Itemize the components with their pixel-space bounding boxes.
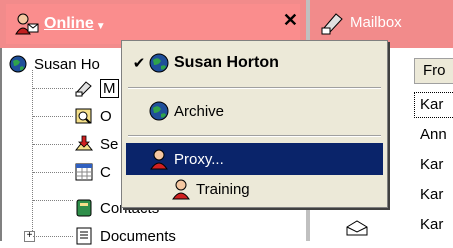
message-row-from[interactable]: Kar: [420, 216, 443, 233]
menu-item-archive[interactable]: Archive: [126, 95, 383, 127]
sent-items-icon: [74, 135, 94, 151]
column-header-from[interactable]: Fro: [414, 58, 453, 84]
mailbox-icon: [75, 81, 92, 97]
open-envelope-icon: [346, 220, 368, 236]
tree-branch: [33, 144, 73, 145]
close-icon[interactable]: ✕: [283, 10, 298, 31]
tree-item-mailbox[interactable]: M: [74, 76, 119, 100]
menu-item-label: Archive: [174, 102, 225, 120]
contacts-icon: [76, 199, 92, 217]
globe-icon: [149, 101, 169, 121]
globe-icon: [9, 55, 27, 73]
message-row-from[interactable]: Kar: [420, 186, 443, 203]
tree-branch: [33, 172, 73, 173]
tree-item-sent[interactable]: Se: [74, 132, 118, 156]
tree-branch: [33, 116, 73, 117]
tree-line: [32, 70, 33, 241]
online-dropdown-menu: ✔ Susan Horton Archive Proxy... Training: [121, 40, 388, 208]
mailbox-label: Mailbox: [350, 14, 402, 31]
chevron-down-icon[interactable]: ▼: [96, 21, 106, 32]
calendar-icon: [75, 163, 93, 181]
tree-item-label: Se: [100, 135, 119, 153]
message-row-from[interactable]: Ann: [420, 126, 447, 143]
tree-branch: [33, 200, 73, 201]
online-label[interactable]: Online: [44, 15, 94, 33]
menu-item-label: Training: [196, 180, 250, 198]
menu-separator: [128, 135, 381, 137]
mailbox-icon: [321, 13, 343, 35]
menu-item-label: Proxy...: [174, 150, 224, 168]
message-row-from[interactable]: Kar: [420, 156, 443, 173]
tree-item-label: O: [100, 107, 112, 125]
tree-item-label: Documents: [100, 227, 176, 245]
tree-root[interactable]: Susan Ho: [8, 52, 100, 76]
tree-item-documents[interactable]: Documents: [74, 224, 176, 248]
user-icon: [150, 149, 168, 170]
menu-item-training[interactable]: Training: [126, 173, 383, 205]
menu-separator: [128, 87, 381, 89]
message-row-from[interactable]: Kar: [420, 96, 443, 113]
documents-icon: [76, 227, 92, 245]
user-icon: [172, 179, 190, 200]
menu-item-proxy[interactable]: Proxy...: [126, 143, 383, 175]
tree-branch: [33, 88, 73, 89]
tree-branch: [33, 236, 73, 237]
search-folder-icon: [75, 108, 92, 124]
globe-icon: [149, 53, 169, 73]
check-icon: ✔: [132, 55, 146, 72]
tree-item-calendar[interactable]: C: [74, 160, 111, 184]
user-online-icon: [15, 13, 39, 35]
menu-item-susan-horton[interactable]: ✔ Susan Horton: [126, 47, 383, 79]
menu-item-label: Susan Horton: [174, 54, 279, 71]
tree-item-label: M: [100, 78, 119, 98]
tree-item-outbox[interactable]: O: [74, 104, 112, 128]
online-switcher[interactable]: Online ▼: [6, 4, 300, 44]
tree-root-label: Susan Ho: [34, 55, 100, 73]
tree-item-label: C: [100, 163, 111, 181]
